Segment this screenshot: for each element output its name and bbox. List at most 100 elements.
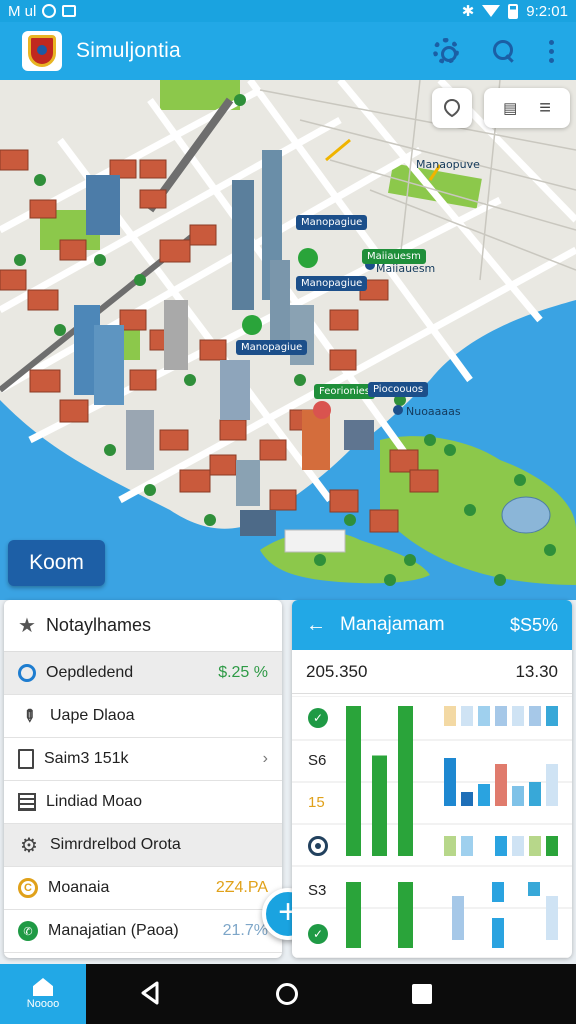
map-label[interactable]: Manaopuve [416,158,480,171]
chart-bar [444,758,456,806]
list-item[interactable]: Lindiad Moao [4,781,282,824]
list-item-value: 2Z4.PA [215,879,268,896]
chart-bar [478,784,490,806]
system-nav-bar: Noooo [0,964,576,1024]
list-item-label: Uape Dlaoa [50,707,135,724]
list-item-label: Oepdledend [46,664,134,681]
management-panel: ← Manajamam $S5% 205.350 13.30 ✓ S6 15 S… [292,600,572,958]
chart-bar [452,896,464,940]
map-label[interactable]: Maiiauesm [376,262,435,275]
back-nav-icon[interactable] [140,980,160,1006]
app-bar: Simuljontia [0,22,576,80]
map-label[interactable]: Manopagiue [296,215,368,230]
list-item-label: Moanaia [48,879,110,896]
list-item-label: Simrdrelbod Orota [50,836,181,853]
summary-left: 205.350 [306,661,368,681]
status-left: M ul [8,2,77,20]
chart-bar [512,836,524,856]
chart-bar [512,786,524,806]
chart-bar [346,882,361,948]
list-item[interactable]: C Moanaia 2Z4.PA [4,867,282,910]
carrier-text: M ul [8,2,37,20]
status-right: ✱ 9:2:01 [461,2,568,21]
star-icon: ★ [18,615,36,637]
list-item-value: › [262,750,268,767]
back-arrow-icon[interactable]: ← [306,614,326,637]
chart-bar [529,782,541,806]
coin-icon: C [18,878,38,898]
header-value: $S5% [509,614,558,635]
list-item-value: 21.7% [222,922,268,939]
chart-bar [495,836,507,856]
chart-bar [372,755,387,856]
chart-bar [495,764,507,806]
gear-icon[interactable] [433,38,459,64]
map-label[interactable]: Manopagiue [236,340,308,355]
pencil-icon: ✎ [17,705,40,728]
recents-nav-icon[interactable] [412,984,432,1004]
map-view-controls: ▤ ≡ [484,88,570,128]
list-item-label: Lindiad Moao [46,793,143,810]
logo-crest-icon[interactable] [22,31,62,71]
chart-bar [444,836,456,856]
sync-icon [42,4,57,18]
home-label: Noooo [26,998,60,1010]
list-item-value: $.25 % [218,664,268,681]
chart-bar [546,896,558,940]
settings-icon: ⚙ [20,834,38,857]
battery-icon [508,3,519,19]
map-label[interactable]: Nuoaaaas [406,405,461,418]
list-icon [18,793,36,811]
list-item[interactable]: Saim3 151k › [4,738,282,781]
home-icon [33,978,53,996]
map-label[interactable]: Feorionies [314,384,375,399]
app-actions [433,38,554,64]
chart-bar [461,706,473,726]
chart-bar [478,706,490,726]
chart-bar [495,706,507,726]
zoom-button[interactable]: Koom [8,540,105,586]
chart-bar [461,792,473,806]
chat-icon: ✆ [18,921,38,941]
clock: 9:2:01 [526,2,568,20]
map-label[interactable]: Piocoouos [368,382,429,397]
chart-bar [546,764,558,806]
chart-bar [492,882,504,902]
chart-bar [398,882,413,948]
bluetooth-icon: ✱ [461,3,475,20]
list-item[interactable]: Oepdledend $.25 % [4,652,282,695]
chart-bar [529,836,541,856]
list-item[interactable]: ✆ Manajatian (Paoa) 21.7% [4,910,282,953]
wifi-icon [482,5,501,17]
map-label[interactable]: Manopagiue [296,276,368,291]
list-item[interactable]: ⚙ Simrdrelbod Orota [4,824,282,867]
document-icon [18,749,34,769]
search-icon[interactable] [493,40,515,62]
panel-header: ★ Notaylhames [4,600,282,652]
grid-view-icon[interactable]: ▤ [503,99,517,117]
chart-bar [346,706,361,856]
layers-icon[interactable] [432,88,472,128]
chart-canvas [292,696,572,958]
city-map[interactable]: ▤ ≡ Manaopuve Manopagiue Maiiauesm Manop… [0,80,576,600]
more-vert-icon[interactable] [549,39,554,63]
chart-bar [492,918,504,948]
panel-list: Oepdledend $.25 % ✎ Uape Dlaoa Saim3 151k › Li… [4,652,282,953]
home-tab[interactable]: Noooo [0,964,86,1024]
panel-header: ← Manajamam $S5% [292,600,572,650]
home-nav-icon[interactable] [276,983,298,1005]
menu-icon[interactable]: ≡ [539,97,551,120]
image-icon [62,5,77,17]
list-item-label: Manajatian (Paoa) [48,922,179,939]
app-title: Simuljontia [76,39,181,62]
list-item[interactable]: ✎ Uape Dlaoa [4,695,282,738]
chart-bar [398,706,413,856]
chart-bar [512,706,524,726]
circle-blue-icon [18,664,36,682]
summary-right: 13.30 [515,661,558,681]
bar-chart: ✓ S6 15 S3 ✓ [292,696,572,958]
chart-bar [546,706,558,726]
chart-bar [529,706,541,726]
panel-summary: 205.350 13.30 [292,650,572,694]
favorites-panel: ★ Notaylhames Oepdledend $.25 % ✎ Uape Dlao… [4,600,282,958]
